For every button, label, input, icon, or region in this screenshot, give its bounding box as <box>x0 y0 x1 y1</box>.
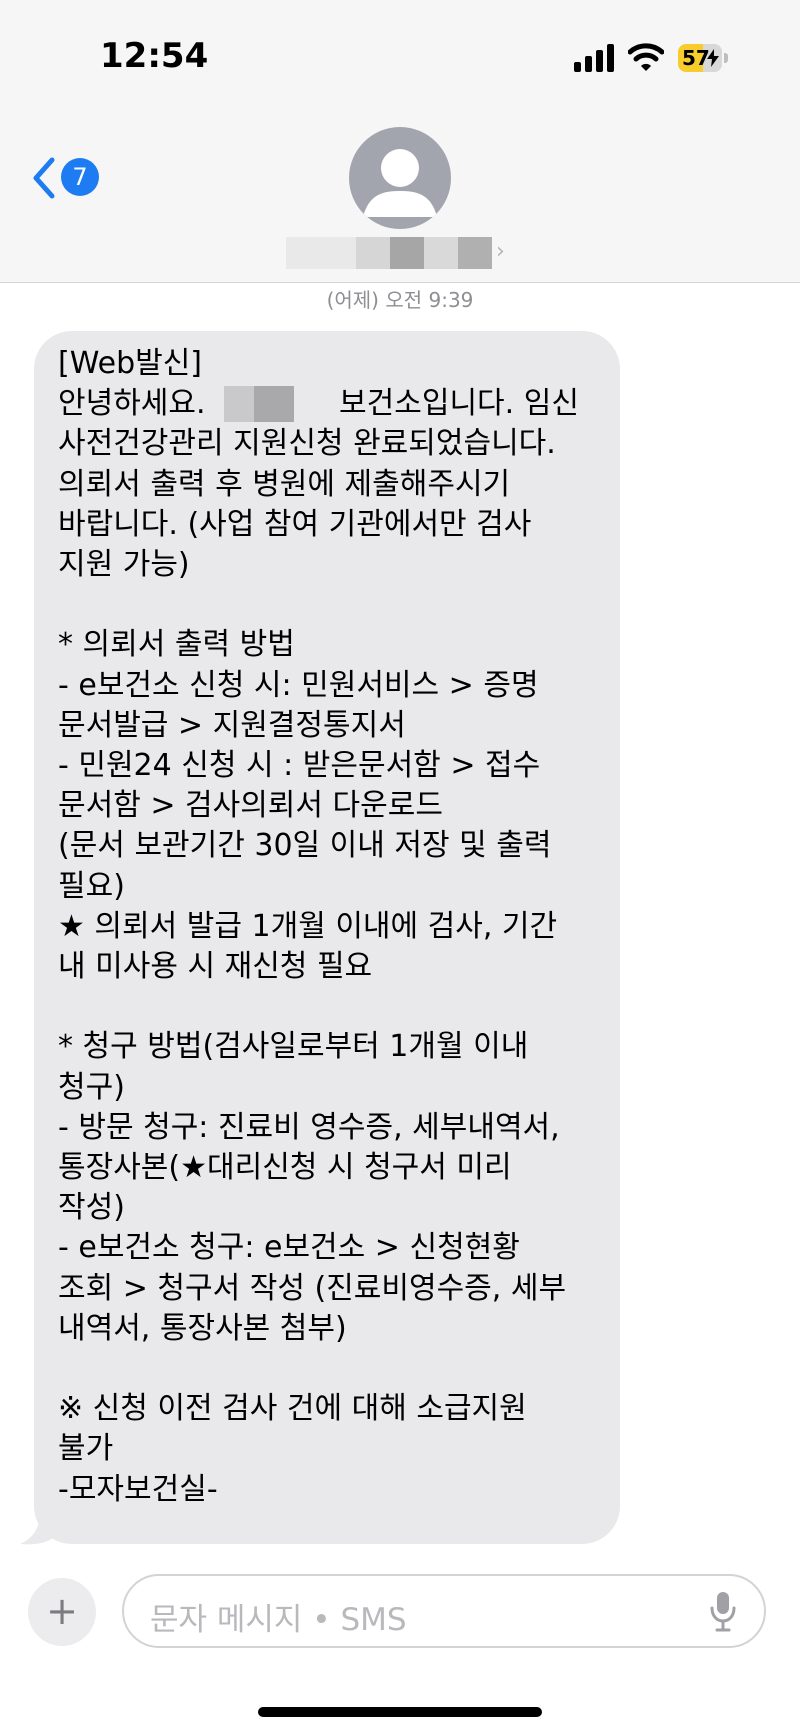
message-input[interactable]: 문자 메시지 • SMS <box>122 1574 766 1648</box>
back-button[interactable]: 7 <box>30 150 110 206</box>
plus-icon: + <box>46 1589 78 1633</box>
battery-body: 57 <box>678 44 722 72</box>
microphone-icon[interactable] <box>710 1590 736 1632</box>
message-line: 청구) <box>58 1069 125 1105</box>
message-line: 작성) <box>58 1190 125 1226</box>
contact-name-redacted[interactable]: › <box>286 237 516 269</box>
redaction-block <box>390 237 424 269</box>
chevron-right-icon: › <box>496 239 505 264</box>
message-line: - e보건소 신청 시: 민원서비스 > 증명 <box>58 667 539 703</box>
person-silhouette-icon <box>363 149 437 217</box>
conversation-header: 7 › <box>0 110 800 283</box>
home-indicator[interactable] <box>258 1707 542 1717</box>
message-line: 내역서, 통장사본 첨부) <box>58 1310 347 1346</box>
message-line: 사전건강관리 지원신청 완료되었습니다. <box>58 426 556 462</box>
redaction-block <box>224 386 254 422</box>
message-line: - 민원24 신청 시 : 받은문서함 > 접수 <box>58 748 541 783</box>
redaction-block <box>286 237 356 269</box>
message-line: 조회 > 청구서 작성 (진료비영수증, 세부 <box>58 1270 567 1306</box>
message-line: ※ 신청 이전 검사 건에 대해 소급지원 <box>58 1391 527 1427</box>
message-line: 지원 가능) <box>58 547 190 582</box>
message-line: 문서발급 > 지원결정통지서 <box>58 707 406 743</box>
message-line: * 의뢰서 출력 방법 <box>58 627 295 663</box>
add-attachment-button[interactable]: + <box>28 1578 96 1646</box>
message-line: - e보건소 청구: e보건소 > 신청현황 <box>58 1230 520 1266</box>
battery-charging-icon: 57 <box>678 44 730 72</box>
message-line: -모자보건실- <box>58 1471 218 1507</box>
status-bar: 12:54 57 <box>0 0 800 110</box>
unread-count-badge: 7 <box>61 158 99 196</box>
redaction-block <box>424 237 458 269</box>
status-time: 12:54 <box>100 36 209 76</box>
message-line: 의뢰서 출력 후 병원에 제출해주시기 <box>58 466 511 502</box>
message-line: 바랍니다. (사업 참여 기관에서만 검사 <box>58 506 532 542</box>
battery-cap <box>724 53 728 63</box>
message-line: * 청구 방법(검사일로부터 1개월 이내 <box>58 1029 529 1065</box>
message-line: [Web발신] <box>58 346 203 381</box>
message-line: 내 미사용 시 재신청 필요 <box>58 949 373 984</box>
battery-level: 57 <box>682 46 710 70</box>
redaction-block <box>254 386 294 422</box>
redaction-block <box>458 237 492 269</box>
message-line: 통장사본(★대리신청 시 청구서 미리 <box>58 1150 512 1185</box>
wifi-icon <box>628 43 664 71</box>
message-timestamp: (어제) 오전 9:39 <box>326 288 474 312</box>
message-line: 불가 <box>58 1431 114 1467</box>
charging-bolt-icon <box>707 49 719 67</box>
signal-icon <box>574 44 614 72</box>
redaction-block <box>356 237 390 269</box>
message-input-placeholder: 문자 메시지 • SMS <box>150 1602 407 1638</box>
contact-avatar[interactable] <box>349 127 451 229</box>
chevron-left-icon <box>33 157 55 199</box>
message-line: (문서 보관기간 30일 이내 저장 및 출력 <box>58 828 552 864</box>
messages-screen: 12:54 57 7 › (어제) 오전 9:39 [Web발신] 안녕하세요.… <box>0 0 800 1734</box>
redacted-location <box>224 386 294 422</box>
message-line: ★ 의뢰서 발급 1개월 이내에 검사, 기간 <box>58 908 558 944</box>
message-line: 필요) <box>58 868 125 904</box>
message-line: 문서함 > 검사의뢰서 다운로드 <box>58 788 443 824</box>
message-line: 안녕하세요. 보건소입니다. 임신 <box>58 386 579 422</box>
message-line: - 방문 청구: 진료비 영수증, 세부내역서, <box>58 1109 560 1145</box>
